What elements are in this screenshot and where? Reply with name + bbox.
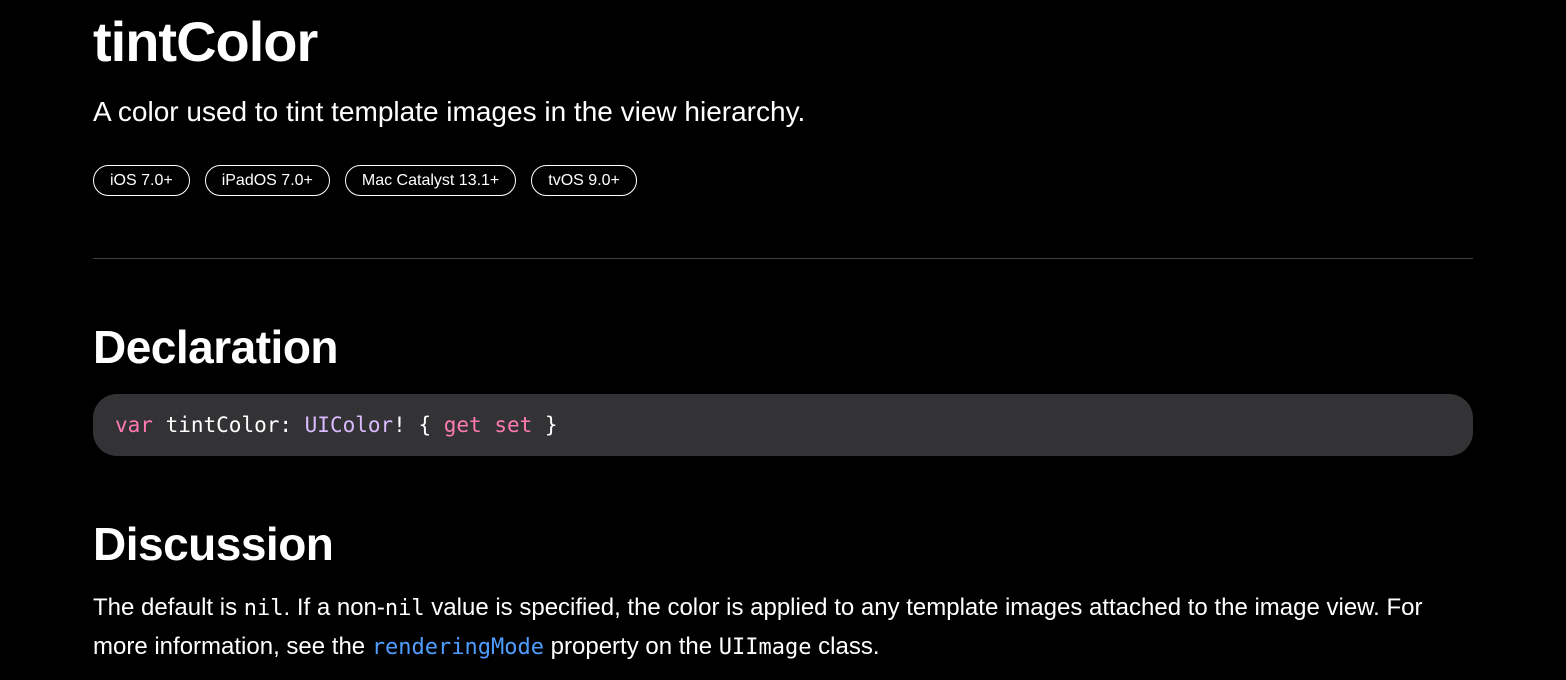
discussion-text: The default is: [93, 594, 244, 621]
code-voice-uiimage: UIImage: [718, 635, 812, 660]
availability-badges: iOS 7.0+ iPadOS 7.0+ Mac Catalyst 13.1+ …: [93, 165, 637, 196]
availability-badge-tvos: tvOS 9.0+: [531, 165, 637, 196]
page-abstract: A color used to tint template images in …: [93, 96, 806, 127]
code-keyword-set: set: [494, 413, 533, 437]
code-punctuation-open: ! {: [393, 413, 444, 437]
code-voice-nil: nil: [384, 596, 425, 621]
discussion-text: class.: [811, 633, 880, 660]
discussion-text: property on the: [544, 633, 719, 660]
code-type-link[interactable]: UIColor: [305, 413, 394, 437]
section-divider: [93, 258, 1473, 259]
availability-badge-mac-catalyst: Mac Catalyst 13.1+: [344, 165, 517, 196]
discussion-paragraph: The default is nil. If a non-nil value i…: [93, 589, 1473, 667]
discussion-text: . If a non-: [283, 594, 385, 621]
rendering-mode-link[interactable]: renderingMode: [372, 635, 544, 660]
availability-badge-ipados: iPadOS 7.0+: [204, 165, 330, 196]
code-keyword-get: get: [443, 413, 482, 437]
code-property-name: tintColor:: [152, 413, 305, 437]
discussion-heading: Discussion: [93, 518, 334, 570]
code-voice-nil: nil: [243, 596, 284, 621]
page-title: tintColor: [93, 10, 318, 73]
availability-badge-ios: iOS 7.0+: [93, 165, 190, 196]
declaration-code-block: var tintColor: UIColor! { get set }: [93, 394, 1473, 456]
declaration-heading: Declaration: [93, 321, 339, 373]
code-punctuation-close: }: [532, 413, 558, 437]
code-keyword-var: var: [115, 413, 153, 437]
